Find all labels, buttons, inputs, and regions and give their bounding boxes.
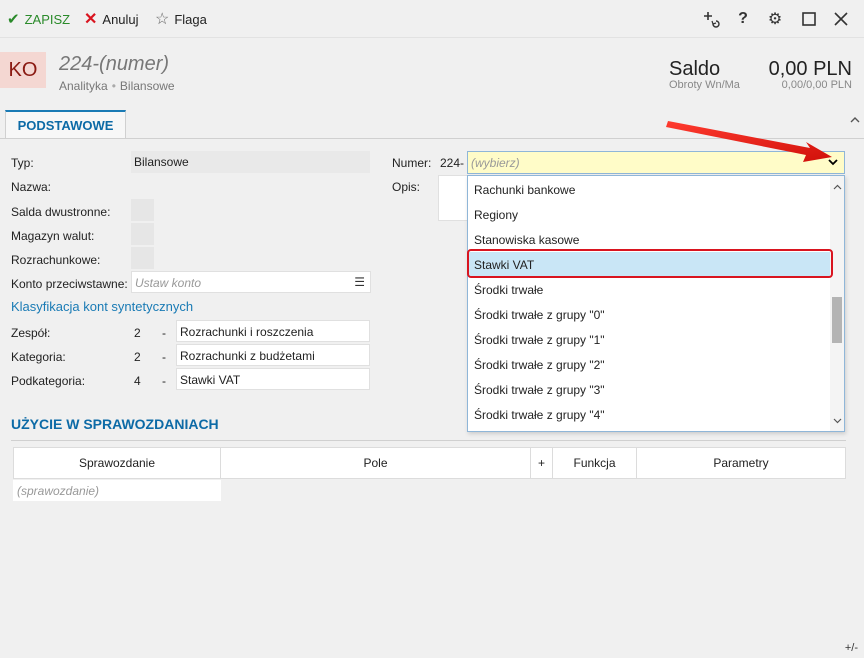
saldo-dwustronne-checkbox[interactable]	[131, 199, 154, 221]
cancel-button[interactable]: ✕ Anuluj	[84, 10, 139, 28]
expand-collapse-toggle[interactable]: +/-	[845, 642, 858, 654]
zespol-number: 2	[134, 326, 141, 340]
numer-label: Numer:	[392, 156, 432, 170]
subtitle-bilansowe: Bilansowe	[119, 79, 175, 93]
column-header[interactable]: Parametry	[637, 448, 845, 478]
dropdown-scrollbar[interactable]	[830, 176, 844, 431]
dropdown-item[interactable]: Środki trwałe	[469, 277, 831, 302]
tabs-divider	[0, 138, 864, 139]
square-icon	[802, 12, 816, 26]
magazyn-walut-label: Magazyn walut:	[11, 229, 95, 243]
nazwa-label: Nazwa:	[11, 180, 52, 194]
account-subtitle: Analityka • Bilansowe	[59, 79, 175, 93]
typ-label: Typ:	[11, 156, 34, 170]
magazyn-walut-checkbox[interactable]	[131, 223, 154, 245]
konto-przeciwstawne-field[interactable]: Ustaw konto ☰	[131, 271, 371, 293]
gear-icon: ⚙	[767, 11, 783, 28]
chevron-down-icon[interactable]	[828, 155, 838, 169]
subtitle-analityka: Analityka	[59, 79, 108, 93]
podkategoria-label: Podkategoria:	[11, 374, 86, 388]
record-type-badge: KO	[0, 52, 46, 88]
numer-prefix: 224-	[440, 156, 465, 170]
dropdown-item[interactable]: Środki trwałe z grupy "4"	[469, 402, 831, 427]
cancel-label: Anuluj	[102, 11, 139, 27]
section-divider	[11, 440, 846, 441]
check-icon: ✔	[7, 11, 20, 28]
chevron-up-icon[interactable]	[850, 113, 860, 127]
star-icon: ☆	[155, 11, 170, 28]
konto-placeholder: Ustaw konto	[135, 276, 202, 290]
opis-field[interactable]	[438, 175, 468, 221]
scroll-down-icon[interactable]	[833, 416, 842, 427]
dropdown-item[interactable]: Rachunki bankowe	[469, 177, 831, 202]
section-title: UŻYCIE W SPRAWOZDANIACH	[11, 416, 219, 432]
numer-dropdown-list[interactable]: Rachunki bankowe Regiony Stanowiska kaso…	[467, 175, 845, 432]
saldo-dwustronne-label: Salda dwustronne:	[11, 205, 111, 219]
kategoria-field[interactable]: Rozrachunki z budżetami	[176, 344, 370, 366]
dropdown-item[interactable]: Środki trwałe z grupy "0"	[469, 302, 831, 327]
konto-przeciwstawne-label: Konto przeciwstawne:	[11, 277, 128, 291]
kategoria-number: 2	[134, 350, 141, 364]
dropdown-item[interactable]: Środki trwałe z grupy "3"	[469, 377, 831, 402]
toolbar: ✔ ZAPISZ ✕ Anuluj ☆ Flaga ? ⚙	[0, 0, 864, 38]
klasyfikacja-link[interactable]: Klasyfikacja kont syntetycznych	[11, 299, 193, 314]
save-button[interactable]: ✔ ZAPISZ	[7, 10, 70, 28]
numer-select[interactable]: (wybierz)	[467, 151, 845, 174]
podkategoria-number: 4	[134, 374, 141, 388]
zespol-dash: -	[162, 326, 166, 340]
table-header: Sprawozdanie Pole + Funkcja Parametry	[13, 447, 846, 479]
kategoria-label: Kategoria:	[11, 350, 66, 364]
rozrachunkowe-checkbox[interactable]	[131, 247, 154, 269]
sprawozdanie-placeholder: (sprawozdanie)	[17, 484, 100, 498]
help-button[interactable]: ?	[732, 8, 754, 30]
separator-dot: •	[111, 79, 116, 93]
saldo-turnover-value: 0,00/0,00 PLN	[781, 79, 852, 91]
account-title: 224-(numer)	[59, 53, 170, 75]
add-link-icon	[704, 12, 720, 28]
zespol-field[interactable]: Rozrachunki i roszczenia	[176, 320, 370, 342]
flag-label: Flaga	[174, 11, 207, 27]
saldo-value: 0,00 PLN	[768, 58, 852, 80]
kategoria-dash: -	[162, 350, 166, 364]
typ-field[interactable]: Bilansowe	[131, 151, 370, 173]
saldo-label: Saldo	[669, 58, 721, 80]
podkategoria-field[interactable]: Stawki VAT	[176, 368, 370, 390]
zespol-label: Zespół:	[11, 326, 51, 340]
add-column-button[interactable]: +	[531, 448, 553, 478]
saldo-sub-label: Obroty Wn/Ma	[669, 79, 740, 91]
maximize-button[interactable]	[798, 8, 820, 30]
scrollbar-thumb[interactable]	[832, 297, 842, 343]
save-label: ZAPISZ	[24, 11, 71, 27]
add-link-button[interactable]	[701, 8, 723, 30]
question-icon: ?	[738, 10, 748, 27]
column-header[interactable]: Sprawozdanie	[14, 448, 221, 478]
podkategoria-dash: -	[162, 374, 166, 388]
scroll-up-icon[interactable]	[833, 182, 842, 193]
opis-label: Opis:	[392, 180, 421, 194]
flag-button[interactable]: ☆ Flaga	[155, 10, 207, 28]
dropdown-item[interactable]: Środki trwałe z grupy "2"	[469, 352, 831, 377]
dropdown-item[interactable]: Regiony	[469, 202, 831, 227]
x-icon: ✕	[84, 11, 98, 28]
settings-button[interactable]: ⚙	[764, 8, 786, 30]
column-header[interactable]: Funkcja	[553, 448, 637, 478]
table-row[interactable]: (sprawozdanie)	[13, 480, 221, 501]
record-header: KO 224-(numer) Analityka • Bilansowe Saldo…	[0, 38, 864, 106]
tab-podstawowe[interactable]: PODSTAWOWE	[5, 110, 126, 139]
rozrachunkowe-label: Rozrachunkowe:	[11, 253, 101, 267]
column-header[interactable]: Pole	[221, 448, 531, 478]
selection-highlight-box	[467, 249, 833, 278]
numer-placeholder: (wybierz)	[471, 156, 520, 170]
close-icon	[834, 12, 848, 26]
dropdown-item[interactable]: Środki trwałe z grupy "1"	[469, 327, 831, 352]
close-button[interactable]	[830, 8, 852, 30]
menu-icon[interactable]: ☰	[354, 275, 365, 289]
